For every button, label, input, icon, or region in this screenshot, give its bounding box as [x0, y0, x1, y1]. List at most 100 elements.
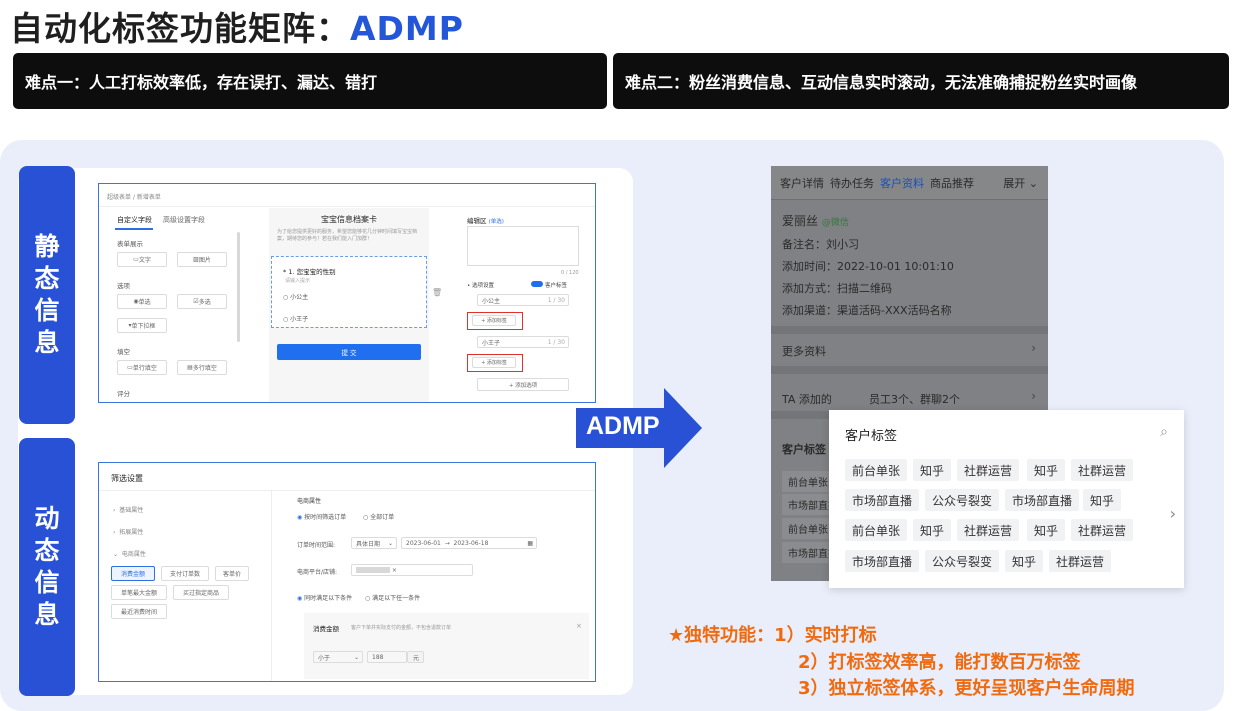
- option-input[interactable]: 小王子 1 / 30: [477, 336, 569, 348]
- filter-bought-item-button[interactable]: 买过指定商品: [173, 585, 229, 600]
- condition-desc: 客户下单并实际支付的金额，不包含退款订单: [351, 625, 452, 631]
- attr-extended[interactable]: › 拓展属性: [113, 527, 143, 536]
- ta-added-label: TA 添加的: [782, 393, 832, 406]
- filter-max-amount-button[interactable]: 单笔最大金额: [111, 585, 167, 600]
- question-label: * 1. 您宝宝的性别: [283, 268, 336, 276]
- platform-select[interactable]: ×: [351, 564, 473, 576]
- close-icon[interactable]: ×: [576, 622, 582, 630]
- title-main: 自动化标签功能矩阵：: [10, 9, 350, 48]
- radio-any-condition[interactable]: ○ 满足以下任一条件: [365, 593, 420, 602]
- form-builder-screenshot: 超级表单 / 新增表单 自定义字段 高级设置字段 表单展示 ▭ 文字 ▨ 图片 …: [98, 183, 596, 403]
- option-settings-label: • 选项设置: [467, 283, 494, 289]
- section-title: 选项: [117, 282, 130, 290]
- feature-line-3: 3）独立标签体系，更好呈现客户生命周期: [798, 678, 1135, 699]
- breadcrumb: 超级表单 / 新增表单: [107, 194, 161, 201]
- field-radio-button[interactable]: ◉ 单选: [117, 294, 167, 309]
- customer-tag-card: 客户标签 ⌕ 前台单张 知乎 社群运营 知乎 社群运营 市场部直播 公众号裂变 …: [829, 410, 1184, 588]
- chevron-right-icon: ›: [1031, 389, 1036, 403]
- tab-custom-fields[interactable]: 自定义字段: [117, 215, 152, 225]
- field-dropdown-button[interactable]: ▾ 单下拉框: [117, 318, 167, 333]
- radio-all-orders[interactable]: ○ 全部订单: [363, 512, 394, 521]
- static-info-label: 静 态 信 息: [19, 166, 75, 424]
- date-mode-select[interactable]: 具体日期 ⌄: [351, 537, 397, 549]
- tag-chip[interactable]: 社群运营: [957, 459, 1020, 481]
- radio-by-time[interactable]: ◉ 按时间筛选订单: [297, 512, 346, 521]
- filter-title: 筛选设置: [111, 474, 143, 483]
- radio-all-conditions[interactable]: ◉ 同时满足以下条件: [297, 593, 352, 602]
- tag-chip[interactable]: 市场部直播: [845, 550, 920, 572]
- attr-basic[interactable]: › 基础属性: [113, 505, 143, 514]
- feature-line-1: ★独特功能：1）实时打标: [668, 625, 877, 646]
- tag-chip[interactable]: 知乎: [913, 519, 952, 541]
- option-radio[interactable]: ○ 小公主: [283, 292, 308, 301]
- tab-customer-detail[interactable]: 客户详情: [780, 175, 824, 191]
- add-tag-button[interactable]: + 添加标签: [472, 357, 516, 368]
- filter-settings-screenshot: 筛选设置 › 基础属性 › 拓展属性 ⌄ 电商属性 消费金额 支付订单数 客单价…: [98, 462, 596, 682]
- tag-chip[interactable]: 知乎: [1083, 489, 1122, 511]
- field-image-button[interactable]: ▨ 图片: [177, 252, 227, 267]
- trash-icon[interactable]: 🗑: [432, 288, 442, 297]
- tab-product-recommend[interactable]: 商品推荐: [930, 175, 974, 191]
- platform-label: 电商平台/店铺:: [297, 569, 338, 576]
- profile-tabs: 客户详情 待办任务 客户资料 商品推荐 展开 ⌄: [771, 166, 1048, 199]
- card-description: 为了给您提供更好的服务，希望您能够花几分钟时间填写宝宝档案，期待您的参与！若在我…: [277, 229, 418, 242]
- filter-last-purchase-button[interactable]: 最近消费时间: [111, 604, 167, 619]
- expand-button[interactable]: 展开 ⌄: [1003, 175, 1048, 191]
- dynamic-info-label: 动 态 信 息: [19, 438, 75, 696]
- side-char: 息: [34, 328, 60, 357]
- arrow-label: ADMP: [586, 412, 660, 440]
- more-info-row[interactable]: 更多资料: [782, 343, 826, 359]
- condition-title: 消费金额: [313, 625, 339, 633]
- field-single-line-button[interactable]: ▭ 单行填空: [117, 360, 167, 375]
- tag-chip[interactable]: 前台单张: [845, 459, 908, 481]
- filter-unit-price-button[interactable]: 客单价: [215, 566, 249, 581]
- tag-chip: 前台单张: [782, 471, 834, 492]
- add-tag-button[interactable]: + 添加标签: [472, 315, 516, 326]
- tag-chip[interactable]: 公众号裂变: [925, 489, 1000, 511]
- customer-tag-section: 客户标签: [782, 443, 826, 456]
- profile-row: 添加方式：扫描二维码: [782, 282, 892, 295]
- scrollbar[interactable]: [237, 232, 240, 342]
- field-multi-line-button[interactable]: ▤ 多行填空: [177, 360, 227, 375]
- submit-button[interactable]: 提 交: [277, 344, 421, 360]
- filter-amount-button[interactable]: 消费金额: [111, 566, 155, 581]
- attr-ecommerce[interactable]: ⌄ 电商属性: [113, 549, 146, 558]
- customer-name: 爱丽丝 @微信: [782, 214, 849, 228]
- tab-todo[interactable]: 待办任务: [830, 175, 874, 191]
- operator-select[interactable]: 小于 ⌄: [313, 651, 363, 663]
- tag-chip[interactable]: 社群运营: [1071, 519, 1134, 541]
- tag-chip[interactable]: 市场部直播: [845, 489, 920, 511]
- tag-chip[interactable]: 社群运营: [1049, 550, 1112, 572]
- side-char: 态: [34, 536, 60, 565]
- amount-input[interactable]: 188: [367, 651, 407, 663]
- search-icon[interactable]: ⌕: [1160, 424, 1168, 440]
- tag-chip[interactable]: 知乎: [913, 459, 952, 481]
- field-text-button[interactable]: ▭ 文字: [117, 252, 167, 267]
- unit-label: 元: [407, 651, 424, 663]
- option-input[interactable]: 小公主 1 / 30: [477, 294, 569, 306]
- ecommerce-title: 电商属性: [297, 498, 322, 505]
- chevron-right-icon[interactable]: ›: [1170, 504, 1176, 523]
- pain-point-1: 难点一：人工打标效率低，存在误打、漏达、错打: [13, 53, 607, 109]
- option-radio[interactable]: ○ 小王子: [283, 314, 308, 323]
- tag-chip[interactable]: 知乎: [1005, 550, 1044, 572]
- tab-advanced-fields[interactable]: 高级设置字段: [163, 215, 205, 225]
- field-checkbox-button[interactable]: ☑ 多选: [177, 294, 227, 309]
- tag-chip[interactable]: 社群运营: [1071, 459, 1134, 481]
- date-range-picker[interactable]: 2023-06-01 → 2023-06-18 ▦: [401, 537, 537, 549]
- customer-tag-label: 客户标签: [545, 283, 568, 289]
- tag-chip[interactable]: 公众号裂变: [925, 550, 1000, 572]
- tag-chip[interactable]: 知乎: [1027, 519, 1066, 541]
- tab-customer-profile[interactable]: 客户资料: [880, 175, 924, 191]
- description-textarea[interactable]: [467, 226, 579, 266]
- filter-orders-button[interactable]: 支付订单数: [161, 566, 209, 581]
- admp-arrow: ADMP: [576, 388, 702, 468]
- tag-chip[interactable]: 市场部直播: [1005, 489, 1080, 511]
- customer-tag-toggle[interactable]: [531, 281, 543, 287]
- tag-chip[interactable]: 社群运营: [957, 519, 1020, 541]
- side-char: 动: [34, 504, 60, 533]
- tag-chip[interactable]: 知乎: [1027, 459, 1066, 481]
- side-char: 信: [34, 296, 60, 325]
- tag-chip[interactable]: 前台单张: [845, 519, 908, 541]
- add-option-button[interactable]: + 添加选项: [477, 378, 569, 391]
